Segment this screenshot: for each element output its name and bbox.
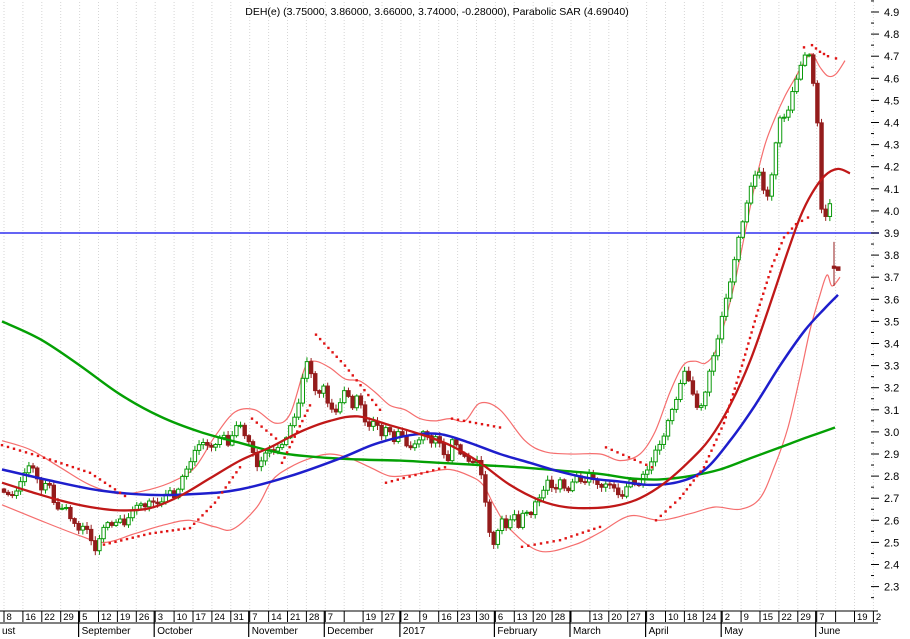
week-tick-label: 19 — [120, 612, 131, 623]
svg-text:3.9: 3.9 — [884, 228, 899, 240]
week-tick-label: 20 — [611, 612, 622, 623]
month-label: May — [724, 626, 743, 637]
week-tick-label: 26 — [139, 612, 150, 623]
week-tick-label: 16 — [25, 612, 36, 623]
week-tick-label: 29 — [63, 612, 74, 623]
month-label-august-clipped: ust — [2, 626, 16, 637]
week-tick-label: 3 — [649, 612, 654, 623]
candles-layer — [1, 52, 837, 556]
svg-text:3.5: 3.5 — [884, 316, 899, 328]
svg-text:2.6: 2.6 — [884, 515, 899, 527]
week-tick-label: 16 — [441, 612, 452, 623]
week-tick-label: 13 — [517, 612, 528, 623]
week-tick-label: 22 — [44, 612, 55, 623]
svg-text:4.4: 4.4 — [884, 118, 899, 130]
week-tick-label: 7 — [819, 612, 824, 623]
week-tick-label: 27 — [385, 612, 396, 623]
gridlines-layer — [3, 2, 874, 610]
month-label: March — [573, 626, 601, 637]
week-tick-label: 28 — [555, 612, 566, 623]
week-tick-label: 19 — [857, 612, 868, 623]
bollinger-bands-layer — [1, 53, 846, 553]
svg-text:3.1: 3.1 — [884, 405, 899, 417]
week-tick-label: 23 — [460, 612, 471, 623]
svg-text:3.0: 3.0 — [884, 427, 899, 439]
month-label: October — [157, 626, 193, 637]
week-tick-label: 13 — [592, 612, 603, 623]
svg-text:2.9: 2.9 — [884, 449, 899, 461]
month-label: April — [649, 626, 669, 637]
chart-title: DEH(e) (3.75000, 3.86000, 3.66000, 3.740… — [245, 6, 629, 18]
week-tick-label: 9 — [422, 612, 427, 623]
svg-text:4.3: 4.3 — [884, 140, 899, 152]
week-tick-label: 18 — [687, 612, 698, 623]
svg-text:4.2: 4.2 — [884, 162, 899, 174]
week-tick-label: 28 — [309, 612, 320, 623]
moving-averages-layer — [1, 167, 851, 512]
svg-text:4.7: 4.7 — [884, 51, 899, 63]
svg-text:3.4: 3.4 — [884, 339, 899, 351]
svg-text:4.6: 4.6 — [884, 73, 899, 85]
svg-text:4.9: 4.9 — [884, 7, 899, 19]
svg-text:4.1: 4.1 — [884, 184, 899, 196]
week-tick-label: 10 — [177, 612, 188, 623]
svg-text:4.5: 4.5 — [884, 95, 899, 107]
svg-text:2.7: 2.7 — [884, 493, 899, 505]
svg-text:2.4: 2.4 — [884, 560, 899, 572]
week-tick-label: 27 — [630, 612, 641, 623]
week-tick-label: 2 — [725, 612, 730, 623]
svg-text:3.3: 3.3 — [884, 361, 899, 373]
upper-band-line — [1, 53, 846, 495]
week-tick-label: 19 — [366, 612, 377, 623]
week-tick-label: 24 — [214, 612, 225, 623]
svg-text:2.8: 2.8 — [884, 471, 899, 483]
x-axis: ust8 16 22 29 5September12 19 26 3October10 17 24… — [0, 610, 881, 637]
month-label: November — [252, 626, 299, 637]
week-tick-label: 31 — [233, 612, 244, 623]
week-tick-label: 7 — [328, 612, 333, 623]
month-label: February — [497, 626, 537, 637]
week-tick-label: 17 — [196, 612, 207, 623]
month-label: June — [819, 626, 841, 637]
week-tick-label: 10 — [668, 612, 679, 623]
svg-text:3.2: 3.2 — [884, 383, 899, 395]
week-tick-label: 24 — [706, 612, 717, 623]
price-chart: 2.3 2.4 2.5 2.6 2.7 2.8 2.9 3.0 3.1 3.2 3.3 3.4 3.5 3… — [0, 0, 899, 637]
svg-text:3.6: 3.6 — [884, 294, 899, 306]
short-ma-line — [1, 167, 851, 512]
month-label: December — [327, 626, 374, 637]
medium-ma-line — [1, 294, 839, 497]
week-tick-label: 20 — [536, 612, 547, 623]
week-tick-label: 5 — [82, 612, 87, 623]
y-axis: 2.3 2.4 2.5 2.6 2.7 2.8 2.9 3.0 3.1 3.2 3.3 3.4 3.5 3… — [871, 0, 899, 599]
svg-text:3.7: 3.7 — [884, 272, 899, 284]
charting-app-window: 2.3 2.4 2.5 2.6 2.7 2.8 2.9 3.0 3.1 3.2 3.3 3.4 3.5 3… — [0, 0, 910, 639]
week-tick-label: 2 — [876, 612, 881, 623]
week-tick-label: 15 — [763, 612, 774, 623]
svg-text:4.0: 4.0 — [884, 206, 899, 218]
week-tick-label: 21 — [290, 612, 301, 623]
week-tick-label: 29 — [800, 612, 811, 623]
week-tick-label: 7 — [252, 612, 257, 623]
svg-text:3.8: 3.8 — [884, 250, 899, 262]
last-close-marker — [836, 266, 841, 271]
week-tick-label: 3 — [158, 612, 163, 623]
svg-text:4.8: 4.8 — [884, 29, 899, 41]
parabolic-sar-layer — [0, 43, 841, 549]
svg-text:2.3: 2.3 — [884, 582, 899, 594]
week-tick-label: 8 — [7, 612, 12, 623]
week-tick-label: 22 — [781, 612, 792, 623]
week-tick-label: 14 — [271, 612, 282, 623]
week-tick-label: 6 — [498, 612, 503, 623]
week-tick-label: 9 — [744, 612, 749, 623]
svg-text:2.5: 2.5 — [884, 537, 899, 549]
week-tick-label: 30 — [479, 612, 490, 623]
week-tick-label: 12 — [101, 612, 112, 623]
month-label: September — [82, 626, 132, 637]
week-tick-label: 2 — [403, 612, 408, 623]
month-label: 2017 — [403, 626, 426, 637]
